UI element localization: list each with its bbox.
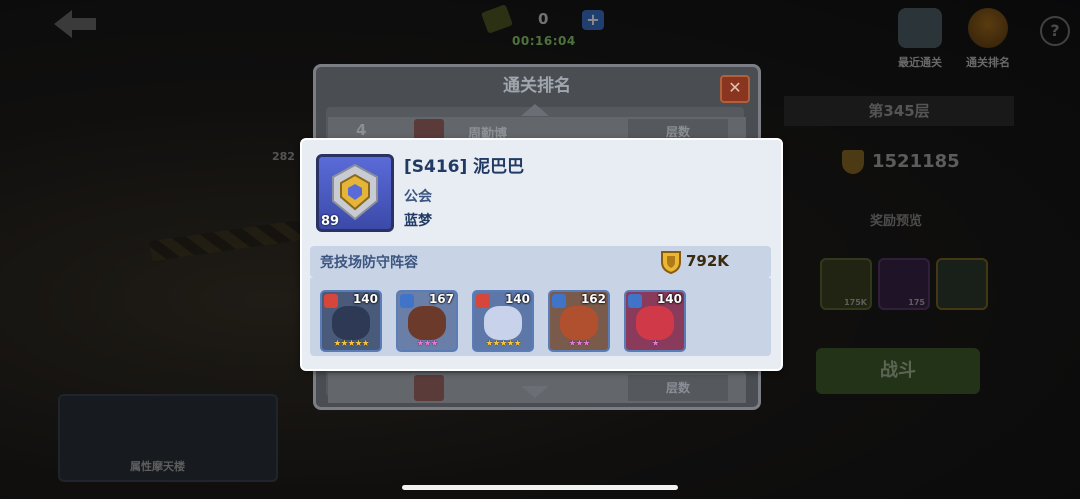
hero-class-icon <box>476 294 490 308</box>
hero-portrait <box>560 306 598 340</box>
lineup-title: 竞技场防守阵容 <box>320 255 418 271</box>
hero-portrait <box>408 306 446 340</box>
shield-icon <box>661 251 681 275</box>
hero-card[interactable]: 167 ★★★ <box>396 290 458 352</box>
hero-level: 167 <box>428 292 454 306</box>
hero-class-icon <box>324 294 338 308</box>
dialog-title: 通关排名 <box>503 76 571 96</box>
player-level: 89 <box>321 214 340 229</box>
hero-card[interactable]: 140 ★ <box>624 290 686 352</box>
hero-class-icon <box>400 294 414 308</box>
hero-class-icon <box>552 294 566 308</box>
hero-stars: ★★★★★ <box>333 339 369 349</box>
rank-number: 4 <box>356 121 367 139</box>
avatar <box>414 375 444 401</box>
player-info-popup: 89 [S416] 泥巴巴 公会 蓝梦 竞技场防守阵容 792K 140 ★★★… <box>300 138 783 371</box>
hero-level: 162 <box>580 292 606 306</box>
home-indicator[interactable] <box>402 485 678 490</box>
hero-level: 140 <box>504 292 530 306</box>
floor-column-label: 层数 <box>628 375 728 401</box>
hero-card[interactable]: 140 ★★★★★ <box>320 290 382 352</box>
defense-lineup: 140 ★★★★★ 167 ★★★ 140 ★★★★★ 162 ★★★ 140 … <box>310 278 771 356</box>
player-name: [S416] 泥巴巴 <box>404 157 525 177</box>
hero-stars: ★★★ <box>568 339 590 349</box>
guild-label: 公会 <box>404 189 432 205</box>
guild-name: 蓝梦 <box>404 213 432 229</box>
hero-card[interactable]: 162 ★★★ <box>548 290 610 352</box>
player-badge: 89 <box>316 154 394 232</box>
scroll-down-icon[interactable] <box>521 386 549 398</box>
lineup-header: 竞技场防守阵容 792K <box>310 246 771 278</box>
hero-class-icon <box>628 294 642 308</box>
hero-stars: ★★★ <box>416 339 438 349</box>
hero-portrait <box>332 306 370 340</box>
scroll-up-icon[interactable] <box>521 104 549 116</box>
hero-card[interactable]: 140 ★★★★★ <box>472 290 534 352</box>
hero-level: 140 <box>656 292 682 306</box>
hero-stars: ★★★★★ <box>485 339 521 349</box>
hero-level: 140 <box>352 292 378 306</box>
hero-portrait <box>484 306 522 340</box>
power-value: 792K <box>686 252 729 270</box>
close-button[interactable]: ✕ <box>720 75 750 103</box>
hero-portrait <box>636 306 674 340</box>
hero-stars: ★ <box>651 339 659 349</box>
power-display: 792K <box>660 250 729 275</box>
